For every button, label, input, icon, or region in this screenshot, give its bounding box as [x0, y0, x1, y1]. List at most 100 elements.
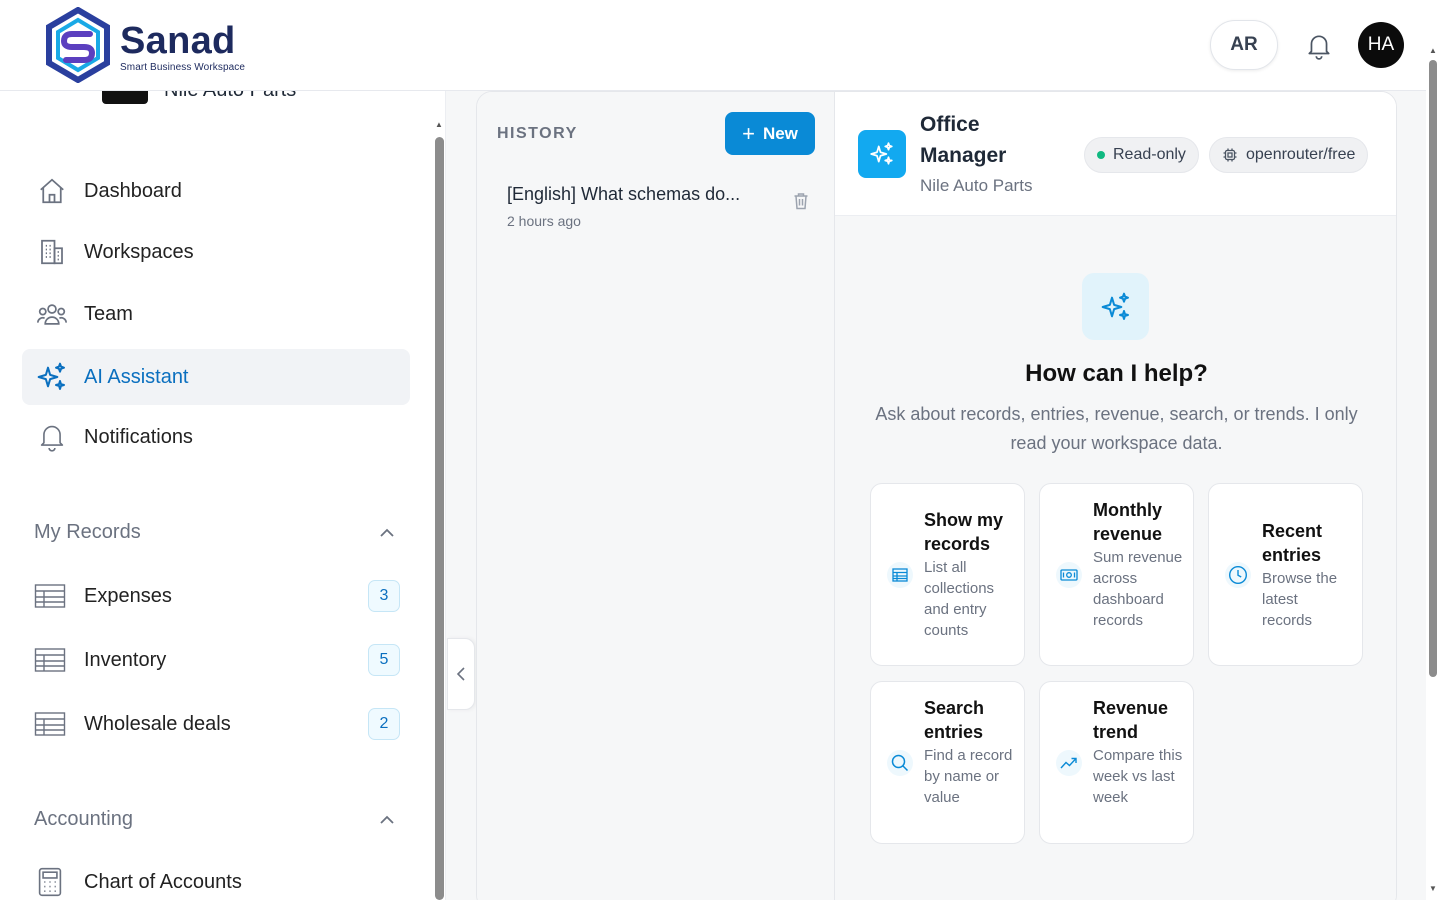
count-badge: 3: [368, 580, 400, 612]
suggestion-search-entries[interactable]: Search entries Find a record by name or …: [870, 681, 1025, 844]
search-icon: [887, 750, 913, 776]
notifications-button[interactable]: [1300, 27, 1338, 65]
top-header: Sanad Smart Business Workspace AR HA: [0, 0, 1426, 91]
suggestion-title: Search entries: [924, 698, 985, 742]
table-icon: [887, 562, 913, 588]
trend-icon: [1056, 750, 1082, 776]
workspace-name: Nile Auto Parts: [164, 91, 296, 102]
model-label: openrouter/free: [1246, 146, 1356, 163]
sidebar-scrollbar[interactable]: [435, 137, 444, 900]
chevron-up-icon: [378, 524, 396, 542]
section-title: My Records: [34, 521, 141, 543]
history-item-time: 2 hours ago: [507, 213, 581, 229]
sidebar-item-expenses[interactable]: Expenses 3: [34, 576, 400, 616]
sparkles-icon: [870, 142, 893, 165]
history-item[interactable]: [English] What schemas do... 2 hours ago: [507, 184, 817, 229]
workspace-switcher[interactable]: Nile Auto Parts: [102, 91, 296, 104]
building-icon: [34, 234, 70, 270]
suggestion-title: Show my records: [924, 510, 1004, 554]
agent-name: Office Manager: [920, 113, 1007, 167]
history-title: HISTORY: [497, 125, 578, 142]
sidebar-item-chart-of-accounts[interactable]: Chart of Accounts: [34, 862, 400, 900]
sidebar-item-team[interactable]: Team: [22, 286, 410, 342]
suggestion-desc: Find a record by name or value: [924, 747, 1013, 806]
suggestion-title: Recent entries: [1262, 521, 1323, 565]
sidebar-item-label: Wholesale deals: [84, 712, 231, 735]
sparkles-icon: [34, 359, 70, 395]
suggestion-desc: Browse the latest records: [1262, 570, 1338, 629]
read-only-label: Read-only: [1113, 146, 1186, 163]
count-badge: 2: [368, 708, 400, 740]
home-icon: [34, 173, 70, 209]
sidebar-item-ai-assistant[interactable]: AI Assistant: [22, 349, 410, 405]
suggestion-show-my-records[interactable]: Show my records List all collections and…: [870, 483, 1025, 666]
brand-tagline: Smart Business Workspace: [120, 61, 246, 73]
sidebar-item-label: Inventory: [84, 648, 167, 671]
plus-icon: +: [742, 120, 755, 146]
workspace-logo: [102, 91, 148, 104]
money-icon: [1056, 562, 1082, 588]
chat-panel: Office Manager Nile Auto Parts Read-only…: [835, 92, 1396, 900]
clock-icon: [1225, 562, 1251, 588]
sidebar-item-label: Notifications: [84, 425, 193, 448]
history-item-title: [English] What schemas do...: [507, 184, 741, 204]
sidebar-item-label: Dashboard: [84, 179, 182, 202]
page-scroll-up-arrow[interactable]: ▲: [1428, 46, 1438, 56]
sidebar-item-label: Team: [84, 302, 133, 325]
read-only-badge: Read-only: [1084, 137, 1199, 173]
new-chat-label: New: [762, 123, 798, 143]
table-icon: [34, 582, 66, 610]
suggestion-title: Monthly revenue: [1093, 500, 1163, 544]
table-icon: [34, 646, 66, 674]
sidebar-item-dashboard[interactable]: Dashboard: [22, 163, 410, 219]
sidebar-scroll-up-arrow[interactable]: ▲: [434, 120, 444, 132]
user-avatar[interactable]: HA: [1358, 22, 1404, 68]
suggestion-desc: List all collections and entry counts: [924, 559, 995, 639]
bell-icon: [34, 419, 70, 455]
brand-logo[interactable]: Sanad Smart Business Workspace: [44, 7, 245, 83]
collapse-history-button[interactable]: [447, 638, 475, 710]
sidebar: Nile Auto Parts Dashboard Workspaces Tea…: [0, 91, 446, 900]
suggestion-desc: Sum revenue across dashboard records: [1093, 549, 1183, 629]
chevron-left-icon: [456, 667, 465, 681]
agent-avatar: [858, 130, 906, 178]
language-toggle-button[interactable]: AR: [1210, 20, 1278, 70]
count-badge: 5: [368, 644, 400, 676]
users-icon: [34, 296, 70, 332]
sidebar-item-label: Chart of Accounts: [84, 870, 242, 893]
sidebar-item-notifications[interactable]: Notifications: [22, 409, 410, 465]
suggestion-desc: Compare this week vs last week: [1093, 747, 1183, 806]
history-panel: HISTORY + New [English] What schemas do.…: [477, 92, 835, 900]
calculator-icon: [34, 867, 66, 897]
bell-icon: [1308, 35, 1330, 60]
help-sparkles-badge: [1082, 273, 1149, 340]
accounting-section-header[interactable]: Accounting: [34, 808, 396, 831]
sidebar-item-inventory[interactable]: Inventory 5: [34, 640, 400, 680]
page-scroll-down-arrow[interactable]: ▼: [1428, 884, 1438, 894]
suggestion-revenue-trend[interactable]: Revenue trend Compare this week vs last …: [1039, 681, 1194, 844]
sidebar-item-label: Expenses: [84, 584, 172, 607]
suggestion-title: Revenue trend: [1093, 698, 1169, 742]
agent-workspace: Nile Auto Parts: [920, 176, 1033, 195]
my-records-section-header[interactable]: My Records: [34, 521, 396, 544]
status-dot: [1097, 151, 1105, 159]
brand-name: Sanad: [120, 19, 236, 62]
chat-header: Office Manager Nile Auto Parts Read-only…: [835, 92, 1396, 216]
sidebar-item-workspaces[interactable]: Workspaces: [22, 224, 410, 280]
section-title: Accounting: [34, 808, 133, 830]
help-subtitle: Ask about records, entries, revenue, sea…: [875, 404, 1358, 453]
assistant-card: HISTORY + New [English] What schemas do.…: [476, 91, 1397, 900]
page-scrollbar[interactable]: [1429, 60, 1437, 677]
table-icon: [34, 710, 66, 738]
chip-icon: [1223, 148, 1237, 162]
sidebar-item-label: Workspaces: [84, 240, 194, 263]
suggestion-recent-entries[interactable]: Recent entries Browse the latest records: [1208, 483, 1363, 666]
sanad-logo-icon: [46, 7, 110, 83]
suggestion-monthly-revenue[interactable]: Monthly revenue Sum revenue across dashb…: [1039, 483, 1194, 666]
trash-icon[interactable]: [793, 192, 809, 210]
new-chat-button[interactable]: + New: [725, 112, 815, 155]
sparkles-icon: [1101, 292, 1129, 320]
help-title: How can I help?: [1025, 360, 1208, 387]
sidebar-item-wholesale-deals[interactable]: Wholesale deals 2: [34, 704, 400, 744]
model-badge[interactable]: openrouter/free: [1209, 137, 1369, 173]
